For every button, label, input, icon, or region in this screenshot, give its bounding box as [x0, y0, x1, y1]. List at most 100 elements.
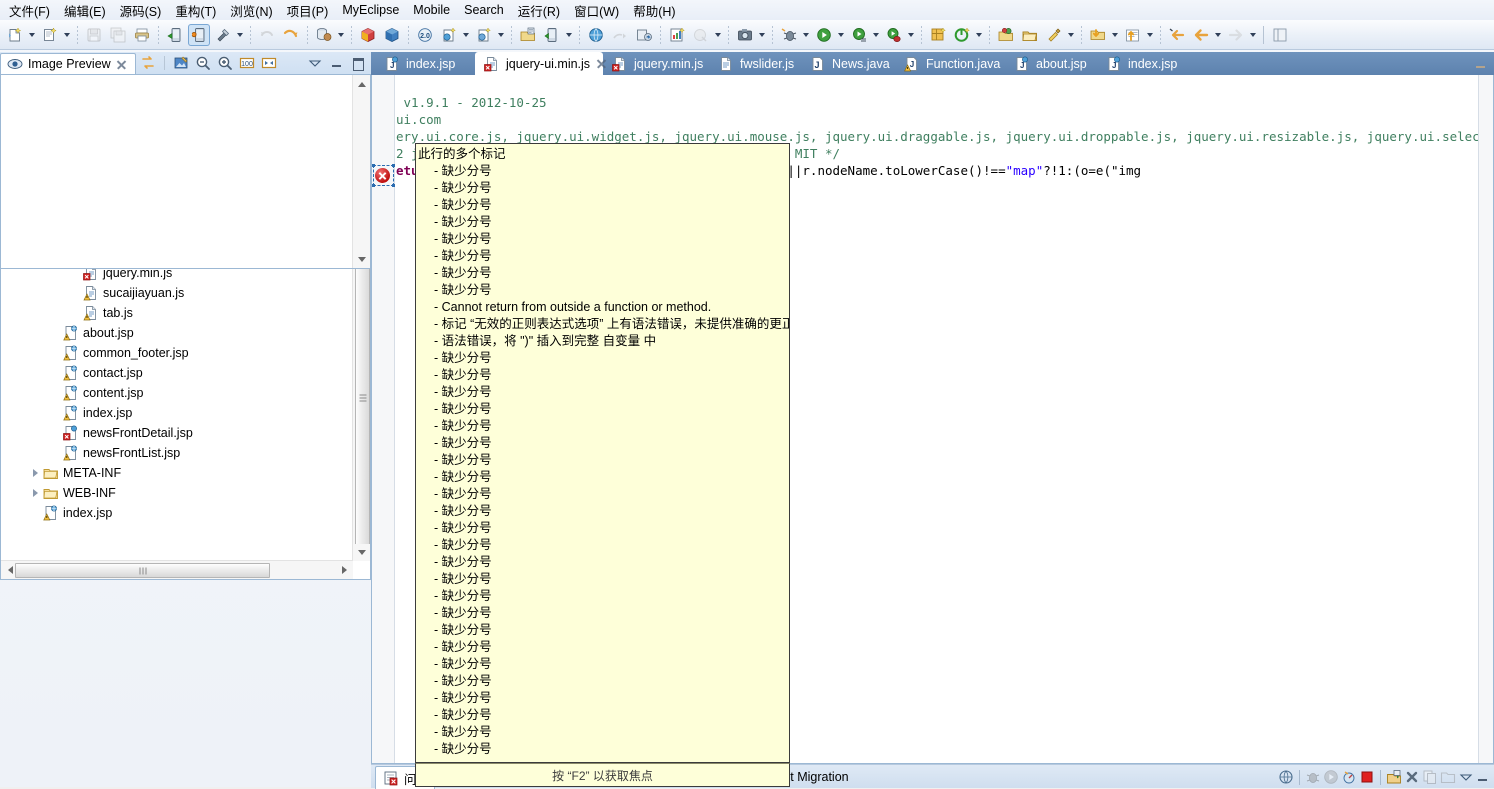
- chevron-down-icon[interactable]: [27, 25, 36, 45]
- tree-item-about-jsp[interactable]: about.jsp: [1, 323, 353, 343]
- toolbar-debug-button[interactable]: [778, 24, 800, 46]
- chevron-down-icon[interactable]: [564, 25, 573, 45]
- toolbar-new-perspective-button[interactable]: [927, 24, 949, 46]
- chevron-down-icon[interactable]: [1213, 25, 1222, 45]
- toolbar-target-button[interactable]: [951, 24, 973, 46]
- chevron-down-icon[interactable]: [871, 25, 880, 45]
- scroll-up-button[interactable]: [353, 75, 370, 92]
- menu-item-3[interactable]: 源码(S): [113, 0, 169, 22]
- scroll-thumb-horizontal[interactable]: [15, 563, 270, 578]
- toolbar-package-blue-button[interactable]: [381, 24, 403, 46]
- chevron-down-icon[interactable]: [801, 25, 810, 45]
- tree-item-newsfrontlist-jsp[interactable]: newsFrontList.jsp: [1, 443, 353, 463]
- menu-item-11[interactable]: 窗口(W): [567, 0, 626, 22]
- toolbar-new-html-button[interactable]: [473, 24, 495, 46]
- menu-item-8[interactable]: Mobile: [406, 1, 457, 19]
- toolbar-new-jsp-button[interactable]: [438, 24, 460, 46]
- toolbar-run-button[interactable]: [813, 24, 835, 46]
- toolbar-snapshot-button[interactable]: [734, 24, 756, 46]
- toolbar-export-button[interactable]: [633, 24, 655, 46]
- chevron-down-icon[interactable]: [1145, 25, 1154, 45]
- chevron-down-icon[interactable]: [1110, 25, 1119, 45]
- editor-tab-jquery-min-js[interactable]: jquery.min.js: [603, 52, 709, 75]
- console-open-icon[interactable]: [1386, 769, 1402, 785]
- toolbar-run-history-button[interactable]: [848, 24, 870, 46]
- editor-tab-fwslider-js[interactable]: fwslider.js: [709, 52, 801, 75]
- terminate-icon[interactable]: [1359, 769, 1375, 785]
- error-marker-icon[interactable]: [372, 164, 395, 187]
- toolbar-globe-button[interactable]: [585, 24, 607, 46]
- toolbar-back-button[interactable]: [1166, 24, 1188, 46]
- chevron-down-icon[interactable]: [336, 25, 345, 45]
- tree-item-index-jsp[interactable]: index.jsp: [1, 503, 353, 523]
- menu-item-10[interactable]: 运行(R): [511, 0, 567, 22]
- editor-tab-about-jsp[interactable]: Jabout.jsp: [1005, 52, 1097, 75]
- toolbar-new-file-button[interactable]: [39, 24, 61, 46]
- toolbar-prev-annotation-button[interactable]: [1122, 24, 1144, 46]
- tree-item-web-inf[interactable]: WEB-INF: [1, 483, 353, 503]
- toolbar-redo-button[interactable]: [280, 24, 302, 46]
- tree-item-meta-inf[interactable]: META-INF: [1, 463, 353, 483]
- toolbar-next-annotation-button[interactable]: [1087, 24, 1109, 46]
- maximize-icon[interactable]: [351, 56, 365, 71]
- toolbar-backward-button[interactable]: [1190, 24, 1212, 46]
- toolbar-open-resource-button[interactable]: [995, 24, 1017, 46]
- toolbar-open-folder-button[interactable]: [1019, 24, 1041, 46]
- toolbar-build-button[interactable]: [212, 24, 234, 46]
- view-menu-icon[interactable]: [307, 55, 323, 71]
- toolbar-report-button[interactable]: [666, 24, 688, 46]
- toolbar-new-wizard-button[interactable]: [4, 24, 26, 46]
- editor-tab-function-java[interactable]: J Function.java: [895, 52, 1005, 75]
- toolbar-open-type-button[interactable]: [517, 24, 539, 46]
- tree-item-tab-js[interactable]: tab.js: [1, 303, 353, 323]
- chevron-down-icon[interactable]: [906, 25, 915, 45]
- tree-item-content-jsp[interactable]: content.jsp: [1, 383, 353, 403]
- scroll-thumb[interactable]: [355, 248, 370, 548]
- menu-item-4[interactable]: 重构(T): [168, 0, 223, 22]
- zoom-fit-icon[interactable]: [261, 55, 277, 71]
- chevron-right-icon[interactable]: [29, 467, 42, 480]
- zoom-out-icon[interactable]: [195, 55, 211, 71]
- scroll-right-button[interactable]: [336, 561, 353, 578]
- toolbar-run-ant-button[interactable]: [883, 24, 905, 46]
- console-icon[interactable]: [1278, 769, 1294, 785]
- tree-item-contact-jsp[interactable]: contact.jsp: [1, 363, 353, 383]
- toolbar-marker-button[interactable]: [1043, 24, 1065, 46]
- tree-item-sucaijiayuan-js[interactable]: sucaijiayuan.js: [1, 283, 353, 303]
- chevron-down-icon[interactable]: [836, 25, 845, 45]
- editor-overview-ruler[interactable]: [1478, 75, 1493, 763]
- toolbar-package-red-button[interactable]: [357, 24, 379, 46]
- chevron-down-icon[interactable]: [62, 25, 71, 45]
- tree-item-index-jsp[interactable]: index.jsp: [1, 403, 353, 423]
- view-tab-image-preview[interactable]: Image Preview: [0, 53, 136, 74]
- editor-tab-index-jsp[interactable]: Jindex.jsp: [1097, 52, 1193, 75]
- link-with-editor-icon[interactable]: [140, 55, 156, 71]
- profile-icon[interactable]: [1341, 769, 1357, 785]
- menu-item-7[interactable]: MyEclipse: [335, 1, 406, 19]
- image-fit-icon[interactable]: [173, 55, 189, 71]
- editor-tab-jquery-ui-min-js[interactable]: jquery-ui.min.js: [475, 52, 603, 75]
- tree-item-newsfrontdetail-jsp[interactable]: newsFrontDetail.jsp: [1, 423, 353, 443]
- scroll-down-button[interactable]: [353, 251, 370, 268]
- minimize-icon[interactable]: [1476, 770, 1490, 784]
- toolbar-print-button[interactable]: [131, 24, 153, 46]
- explorer-horizontal-scrollbar[interactable]: [1, 560, 353, 579]
- menu-item-6[interactable]: 项目(P): [280, 0, 336, 22]
- menu-item-1[interactable]: 文件(F): [2, 0, 57, 22]
- toolbar-myeclipse-deploy-button[interactable]: [188, 23, 210, 46]
- menu-item-9[interactable]: Search: [457, 1, 511, 19]
- editor-tab-index-jsp[interactable]: Jindex.jsp: [375, 52, 475, 75]
- zoom-100-icon[interactable]: 100: [239, 55, 255, 71]
- chevron-right-icon[interactable]: [29, 487, 42, 500]
- chevron-down-icon[interactable]: [974, 25, 983, 45]
- toolbar-run-server-button[interactable]: [541, 24, 563, 46]
- remove-icon[interactable]: [1404, 769, 1420, 785]
- image-preview-vertical-scrollbar[interactable]: [352, 75, 370, 268]
- editor-annotation-ruler[interactable]: [372, 75, 395, 763]
- minimize-icon[interactable]: [330, 56, 344, 70]
- menu-item-2[interactable]: 编辑(E): [57, 0, 113, 22]
- chevron-down-icon[interactable]: [757, 25, 766, 45]
- menu-item-12[interactable]: 帮助(H): [626, 0, 682, 22]
- menu-item-5[interactable]: 浏览(N): [223, 0, 279, 22]
- toolbar-deploy-button[interactable]: [164, 24, 186, 46]
